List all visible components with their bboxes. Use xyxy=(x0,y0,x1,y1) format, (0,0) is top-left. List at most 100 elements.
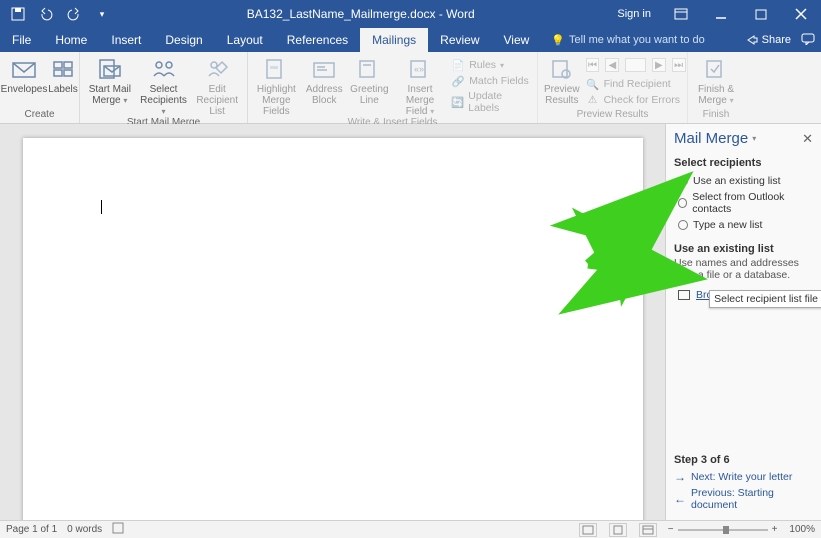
check-errors-button[interactable]: ⚠Check for Errors xyxy=(586,93,686,107)
comments-icon[interactable] xyxy=(801,33,815,48)
use-existing-list-text: Use names and addresses from a file or a… xyxy=(674,257,813,281)
arrow-right-icon: → xyxy=(674,470,686,484)
tab-view[interactable]: View xyxy=(492,28,542,52)
address-block-icon xyxy=(309,56,339,82)
read-mode-icon[interactable] xyxy=(579,523,597,537)
edit-recipient-list-icon xyxy=(202,56,232,82)
workspace: Mail Merge ▾ ✕ Select recipients Use an … xyxy=(0,124,821,520)
spellcheck-icon[interactable] xyxy=(112,522,126,537)
match-fields-icon: 🔗 xyxy=(451,74,465,88)
prev-record-icon[interactable]: ◀ xyxy=(605,58,619,72)
document-area[interactable] xyxy=(0,124,665,520)
minimize-button[interactable] xyxy=(701,0,741,28)
tab-mailings[interactable]: Mailings xyxy=(360,28,428,52)
pane-menu-icon[interactable]: ▾ xyxy=(752,134,756,143)
update-labels-icon: 🔄 xyxy=(451,95,464,109)
lightbulb-icon: 💡 xyxy=(551,34,565,47)
print-layout-icon[interactable] xyxy=(609,523,627,537)
insert-merge-field-icon: «» xyxy=(405,56,435,82)
zoom-level[interactable]: 100% xyxy=(789,524,815,535)
ribbon: Envelopes Labels Create Start Mail Merge… xyxy=(0,52,821,124)
prev-step-link[interactable]: ← Previous: Starting document xyxy=(674,487,813,511)
greeting-icon xyxy=(354,56,384,82)
tab-home[interactable]: Home xyxy=(43,28,99,52)
text-cursor xyxy=(101,200,102,214)
next-record-icon[interactable]: ▶ xyxy=(652,58,666,72)
group-preview-results: Preview Results ⏮ ◀ ▶ ⏭ 🔍Find Recipient … xyxy=(538,52,688,123)
arrow-left-icon: ← xyxy=(674,492,686,506)
radio-icon xyxy=(678,176,688,186)
highlight-merge-fields-button[interactable]: Highlight Merge Fields xyxy=(254,56,299,117)
pane-close-icon[interactable]: ✕ xyxy=(802,131,813,147)
start-mail-merge-button[interactable]: Start Mail Merge ▾ xyxy=(86,56,134,106)
rules-icon: 📄 xyxy=(451,58,465,72)
find-recipient-button[interactable]: 🔍Find Recipient xyxy=(586,77,686,91)
sign-in-link[interactable]: Sign in xyxy=(607,8,661,20)
first-record-icon[interactable]: ⏮ xyxy=(586,58,600,72)
zoom-slider[interactable] xyxy=(678,529,768,531)
tell-me-search[interactable]: 💡 Tell me what you want to do xyxy=(541,28,714,52)
page-indicator[interactable]: Page 1 of 1 xyxy=(6,524,57,535)
insert-merge-field-button[interactable]: «» Insert Merge Field ▾ xyxy=(395,56,445,117)
rules-button[interactable]: 📄Rules ▾ xyxy=(451,58,531,72)
share-button[interactable]: Share xyxy=(746,34,791,46)
preview-icon xyxy=(547,56,577,82)
word-count[interactable]: 0 words xyxy=(67,524,102,535)
undo-icon[interactable] xyxy=(34,2,58,26)
option-outlook-contacts[interactable]: Select from Outlook contacts xyxy=(678,191,813,215)
status-bar: Page 1 of 1 0 words − + 100% xyxy=(0,520,821,538)
tab-layout[interactable]: Layout xyxy=(215,28,275,52)
radio-icon xyxy=(678,220,688,230)
select-recipients-icon xyxy=(149,56,179,82)
last-record-icon[interactable]: ⏭ xyxy=(672,58,686,72)
save-icon[interactable] xyxy=(6,2,30,26)
folder-icon xyxy=(678,290,690,300)
option-new-list[interactable]: Type a new list xyxy=(678,219,813,231)
tab-review[interactable]: Review xyxy=(428,28,491,52)
labels-icon xyxy=(48,56,78,82)
highlight-icon xyxy=(261,56,291,82)
use-existing-list-heading: Use an existing list xyxy=(674,243,813,255)
group-write-insert-fields: Highlight Merge Fields Address Block Gre… xyxy=(248,52,538,123)
tab-references[interactable]: References xyxy=(275,28,360,52)
preview-results-button[interactable]: Preview Results xyxy=(544,56,580,106)
match-fields-button[interactable]: 🔗Match Fields xyxy=(451,74,531,88)
zoom-out-icon[interactable]: − xyxy=(668,524,674,535)
web-layout-icon[interactable] xyxy=(639,523,657,537)
address-block-button[interactable]: Address Block xyxy=(305,56,344,106)
check-icon: ⚠ xyxy=(586,93,600,107)
update-labels-button[interactable]: 🔄Update Labels xyxy=(451,90,531,114)
finish-merge-button[interactable]: Finish & Merge ▾ xyxy=(694,56,738,106)
select-recipients-button[interactable]: Select Recipients ▾ xyxy=(140,56,188,117)
radio-icon xyxy=(678,198,687,208)
ribbon-tabs: File Home Insert Design Layout Reference… xyxy=(0,28,821,52)
greeting-line-button[interactable]: Greeting Line xyxy=(350,56,389,106)
tab-file[interactable]: File xyxy=(0,28,43,52)
finish-icon xyxy=(701,56,731,82)
zoom-in-icon[interactable]: + xyxy=(772,524,778,535)
envelope-icon xyxy=(9,56,39,82)
tab-insert[interactable]: Insert xyxy=(99,28,153,52)
next-step-link[interactable]: → Next: Write your letter xyxy=(674,470,813,484)
redo-icon[interactable] xyxy=(62,2,86,26)
maximize-button[interactable] xyxy=(741,0,781,28)
record-nav[interactable]: ⏮ ◀ ▶ ⏭ xyxy=(586,58,686,72)
qat-customize-icon[interactable]: ▾ xyxy=(90,2,114,26)
tab-design[interactable]: Design xyxy=(153,28,214,52)
edit-recipient-list-button[interactable]: Edit Recipient List xyxy=(193,56,241,117)
mail-merge-pane: Mail Merge ▾ ✕ Select recipients Use an … xyxy=(665,124,821,520)
close-button[interactable] xyxy=(781,0,821,28)
group-finish: Finish & Merge ▾ Finish xyxy=(688,52,744,123)
ribbon-display-icon[interactable] xyxy=(661,0,701,28)
find-icon: 🔍 xyxy=(586,77,600,91)
select-recipients-heading: Select recipients xyxy=(674,157,813,169)
start-mail-merge-icon xyxy=(95,56,125,82)
document-page[interactable] xyxy=(23,138,643,520)
record-number[interactable] xyxy=(625,58,646,72)
option-existing-list[interactable]: Use an existing list xyxy=(678,175,813,187)
browse-tooltip: Select recipient list file xyxy=(709,290,821,308)
pane-title: Mail Merge xyxy=(674,130,748,147)
svg-text:«»: «» xyxy=(414,64,424,74)
labels-button[interactable]: Labels xyxy=(48,56,78,95)
envelopes-button[interactable]: Envelopes xyxy=(6,56,42,95)
